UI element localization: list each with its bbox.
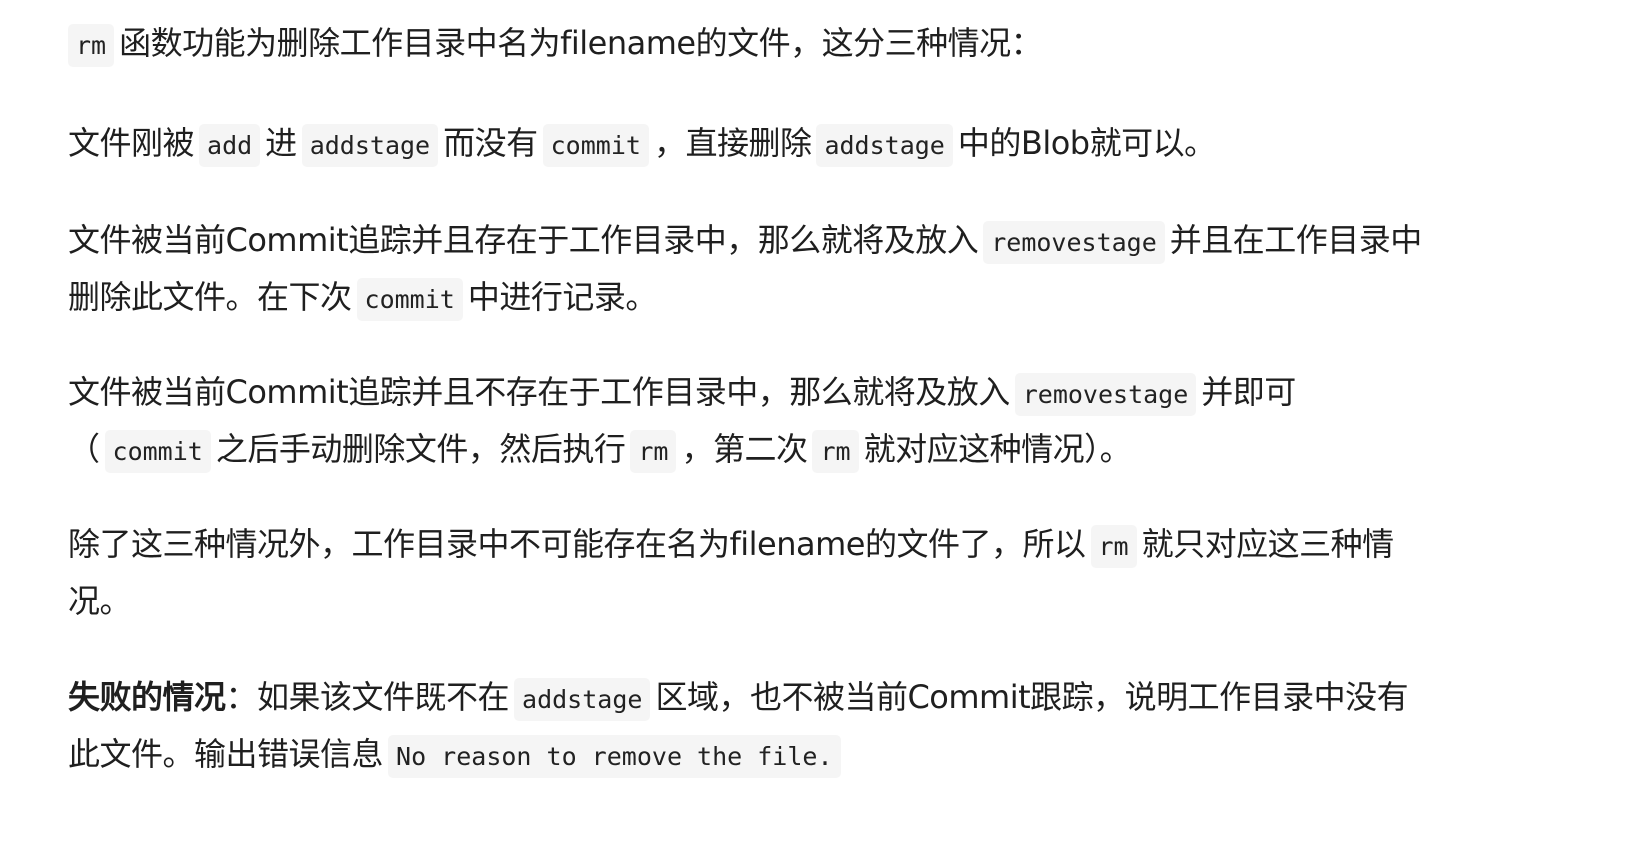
inline-code: rm [812,430,859,473]
paragraph-text: 进 [265,124,297,162]
paragraph-text: 并且在工作目录中 [1169,221,1423,259]
paragraph-text: 就只对应这三种情 [1141,525,1395,563]
summary-paragraph: 除了这三种情况外，工作目录中不可能存在名为filename的文件了，所以 rm 就只… [68,517,1608,628]
inline-code: addstage [514,678,651,721]
paragraph-text: 删除此文件。在下次 [68,278,352,316]
inline-code: commit [542,124,649,167]
paragraph-text: 文件刚被 [68,124,195,162]
failure-heading: 失败的情况 [68,678,226,716]
case-3-paragraph: 文件被当前Commit追踪并且不存在于工作目录中，那么就将及放入 removest… [68,365,1608,479]
inline-code: commit [356,278,463,321]
document-body: rm 函数功能为删除工作目录中名为filename的文件，这分三种情况： 文件刚被… [0,0,1649,851]
intro-paragraph: rm 函数功能为删除工作目录中名为filename的文件，这分三种情况： [68,16,1608,73]
paragraph-text: 此文件。输出错误信息 [68,735,384,773]
paragraph-text: ，直接删除 [653,124,812,162]
inline-code: addstage [301,124,439,167]
paragraph-text: 中的Blob就可以。 [957,124,1216,162]
paragraph-text: 并即可 [1201,373,1296,411]
paragraph-text: 除了这三种情况外，工作目录中不可能存在名为filename的文件了，所以 [68,525,1086,563]
paragraph-text: 之后手动删除文件，然后执行 [215,430,626,468]
inline-code: addstage [816,124,953,167]
inline-code: removestage [1014,373,1197,416]
inline-code: commit [104,430,211,473]
inline-code: rm [68,24,115,67]
paragraph-text: 就对应这种情况）。 [863,430,1132,468]
case-2-paragraph: 文件被当前Commit追踪并且存在于工作目录中，那么就将及放入 removesta… [68,213,1608,327]
paragraph-text: 文件被当前Commit追踪并且存在于工作目录中，那么就将及放入 [68,221,979,259]
paragraph-text: 区域，也不被当前Commit跟踪，说明工作目录中没有 [655,678,1409,716]
paragraph-text: 中进行记录。 [467,278,658,316]
paragraph-text: ，第二次 [681,430,808,468]
paragraph-text: 函数功能为删除工作目录中名为filename的文件，这分三种情况： [119,24,1043,62]
paragraph-text: 况。 [68,582,132,620]
paragraph-text: ：如果该文件既不在 [225,678,510,716]
inline-code: add [199,124,261,167]
paragraph-text: 文件被当前Commit追踪并且不存在于工作目录中，那么就将及放入 [68,373,1010,411]
paragraph-text: （ [68,430,100,468]
error-message-code: No reason to remove the file. [388,735,841,778]
inline-code: rm [630,430,677,473]
case-1-paragraph: 文件刚被 add 进 addstage 而没有 commit ，直接删除 addstage 中的… [68,116,1608,173]
paragraph-text: 而没有 [443,124,538,162]
inline-code: rm [1090,525,1137,568]
failure-paragraph: 失败的情况：如果该文件既不在 addstage 区域，也不被当前Commit跟踪，说… [68,670,1608,784]
inline-code: removestage [983,221,1165,264]
